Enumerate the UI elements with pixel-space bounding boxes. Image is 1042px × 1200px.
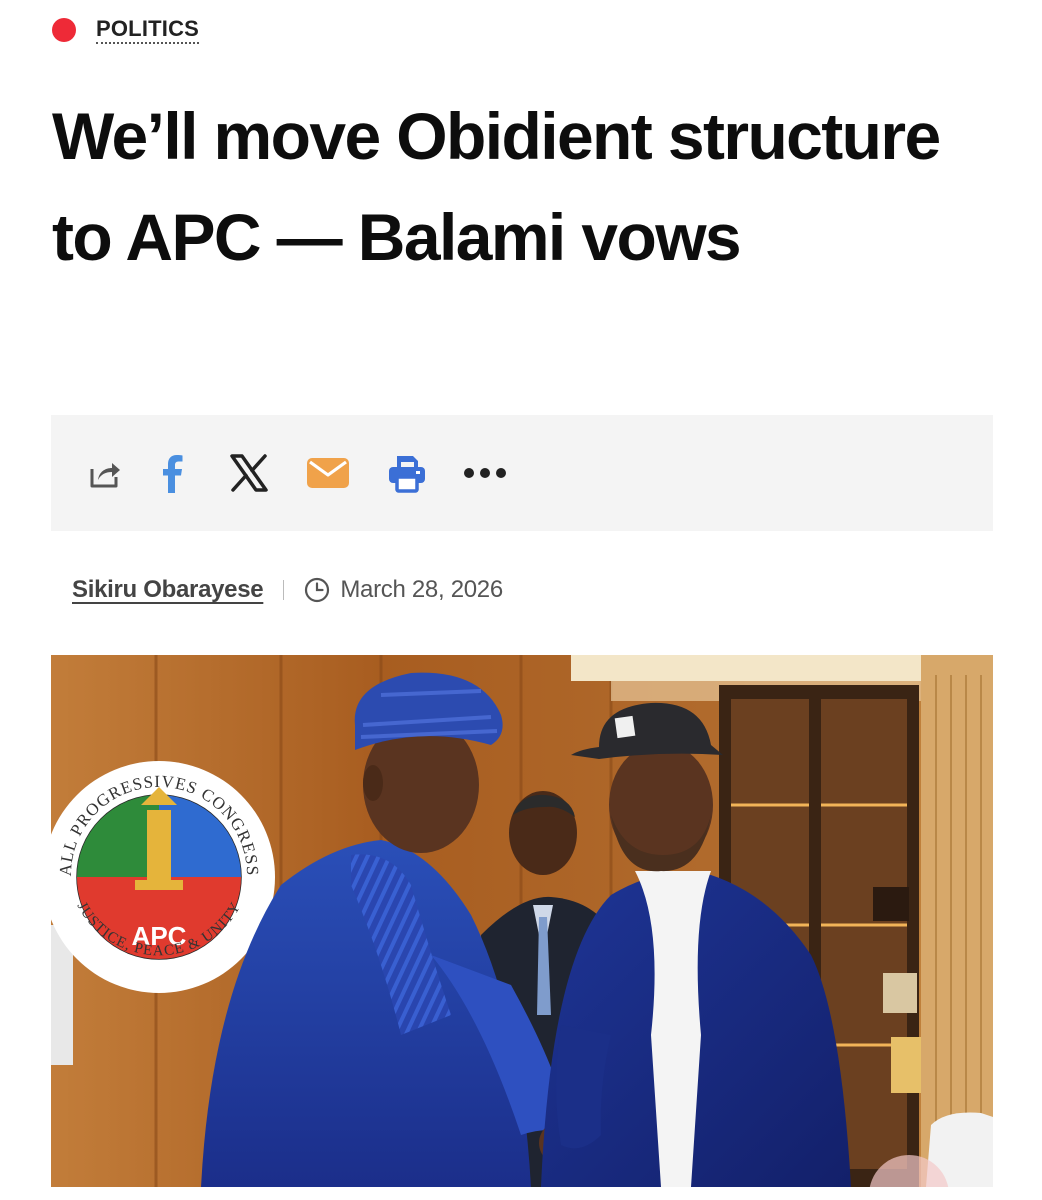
category-label[interactable]: POLITICS [96,16,200,44]
facebook-icon[interactable] [151,451,195,495]
share-icon[interactable] [83,451,127,495]
author-link[interactable]: Sikiru Obarayese [72,576,264,604]
clock-icon [304,577,330,603]
article-photo: APC ALL PROGRESSIVES CONGRESS JUSTICE, P… [51,655,993,1187]
more-icon[interactable] [463,451,507,495]
category-dot-icon [52,18,76,42]
article-meta: Sikiru Obarayese March 28, 2026 [72,576,503,604]
meta-divider [283,580,285,600]
x-icon[interactable] [227,451,271,495]
share-bar [51,415,993,531]
publish-date: March 28, 2026 [340,576,503,603]
category-tag[interactable]: POLITICS [52,16,200,44]
apc-logo: APC ALL PROGRESSIVES CONGRESS JUSTICE, P… [51,761,275,993]
print-icon[interactable] [385,451,429,495]
article-headline: We’ll move Obidient structure to APC — B… [52,99,941,274]
email-icon[interactable] [305,451,351,495]
